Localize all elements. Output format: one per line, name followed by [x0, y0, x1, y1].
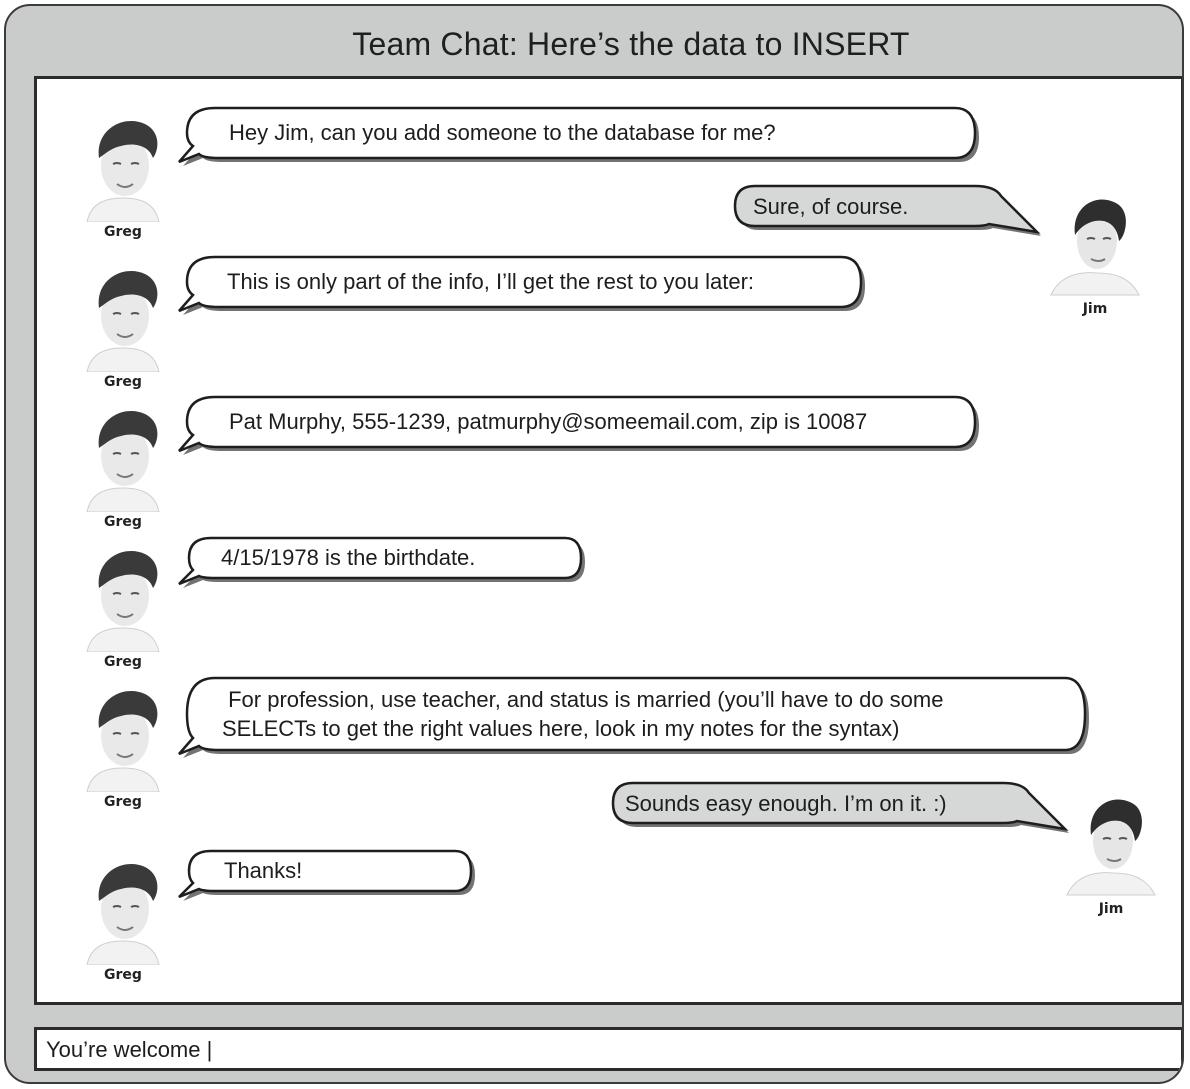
- chat-window: Team Chat: Here’s the data to INSERT Gre…: [4, 4, 1184, 1084]
- sender-name: Jim: [1082, 301, 1108, 317]
- greg-avatar-icon: [86, 271, 160, 372]
- message-input-value: You’re welcome |: [46, 1037, 213, 1062]
- jim-avatar: Jim: [1063, 791, 1159, 917]
- greg-avatar: Greg: [75, 112, 171, 240]
- greg-avatar-icon: [86, 864, 160, 965]
- jim-avatar: Jim: [1047, 191, 1143, 317]
- greg-avatar: Greg: [75, 542, 171, 670]
- greg-avatar-icon: [86, 551, 160, 652]
- message-text: Sure, of course.: [753, 194, 909, 219]
- message-text: Thanks!: [224, 858, 303, 883]
- window-title: Team Chat: Here’s the data to INSERT: [352, 26, 910, 62]
- message-bubble-incoming: 4/15/1978 is the birthdate.: [175, 534, 595, 594]
- sender-name: Greg: [104, 654, 142, 670]
- greg-avatar-icon: [86, 691, 160, 792]
- message-bubble-outgoing: Sure, of course.: [725, 182, 1045, 238]
- jim-avatar-icon: [1066, 799, 1156, 896]
- message-bubble-incoming: This is only part of the info, I’ll get …: [175, 253, 875, 317]
- sender-name: Greg: [104, 514, 142, 530]
- greg-avatar: Greg: [75, 682, 171, 810]
- message-bubble-incoming: Hey Jim, can you add someone to the data…: [175, 104, 985, 168]
- message-text: For profession, use teacher, and status …: [222, 687, 944, 741]
- greg-avatar-icon: [86, 411, 160, 512]
- message-text: Sounds easy enough. I’m on it. :): [625, 791, 947, 816]
- message-bubble-incoming: Pat Murphy, 555-1239, patmurphy@someemai…: [175, 393, 985, 457]
- greg-avatar-icon: [86, 121, 160, 222]
- message-input[interactable]: You’re welcome |: [34, 1027, 1182, 1071]
- message-list[interactable]: Greg Hey Jim, can you add someone to the…: [34, 76, 1182, 1005]
- sender-name: Greg: [104, 374, 142, 390]
- bubble-shape: [178, 849, 475, 901]
- message-bubble-outgoing: Sounds easy enough. I’m on it. :): [603, 779, 1073, 835]
- sender-name: Greg: [104, 224, 142, 240]
- message-bubble-incoming: For profession, use teacher, and status …: [175, 674, 1095, 764]
- sender-name: Greg: [104, 967, 142, 983]
- message-bubble-incoming: Thanks!: [175, 847, 485, 907]
- greg-avatar: Greg: [75, 262, 171, 390]
- message-text: 4/15/1978 is the birthdate.: [221, 545, 476, 570]
- message-text: Pat Murphy, 555-1239, patmurphy@someemai…: [229, 409, 868, 434]
- message-text: This is only part of the info, I’ll get …: [227, 269, 755, 294]
- sender-name: Greg: [104, 794, 142, 810]
- sender-name: Jim: [1098, 901, 1124, 917]
- greg-avatar: Greg: [75, 402, 171, 530]
- greg-avatar: Greg: [75, 855, 171, 983]
- message-text: Hey Jim, can you add someone to the data…: [229, 120, 776, 145]
- jim-avatar-icon: [1050, 199, 1140, 296]
